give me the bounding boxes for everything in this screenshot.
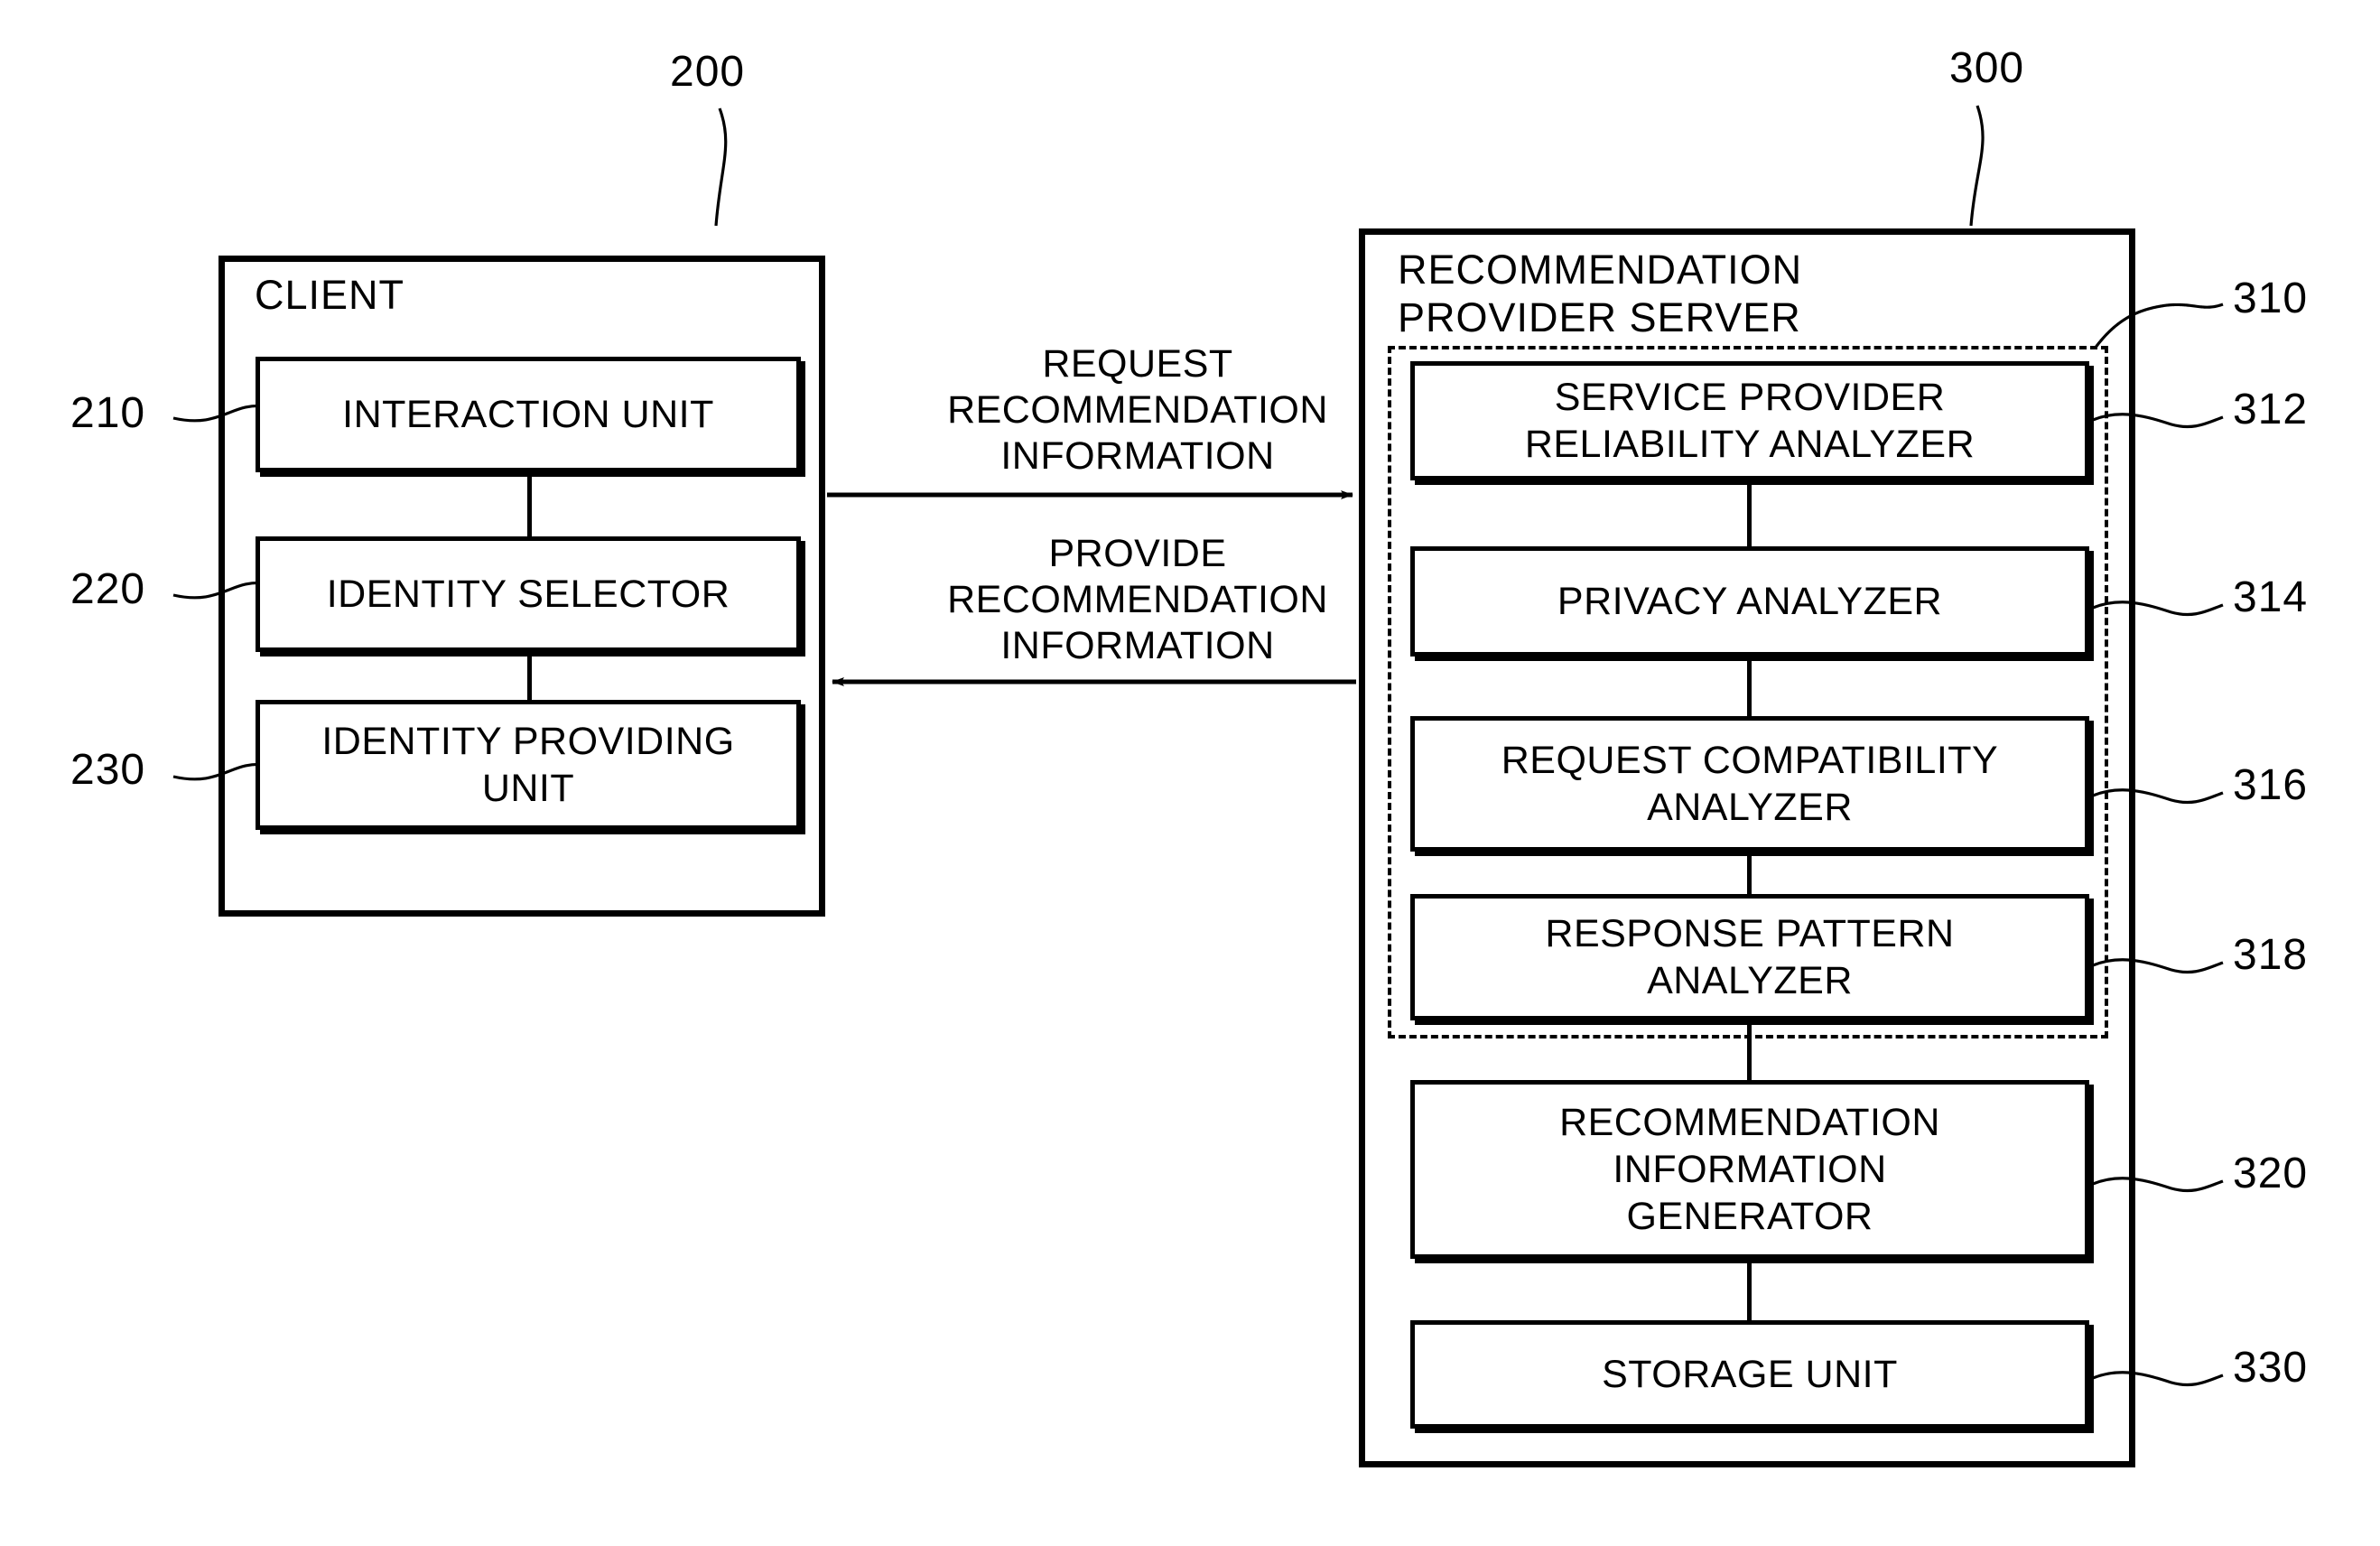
privacy-analyzer-box[interactable]: PRIVACY ANALYZER (1410, 546, 2089, 657)
connector-interaction-to-selector (527, 472, 532, 536)
reference-numeral-200: 200 (670, 48, 746, 96)
reference-numeral-318: 318 (2233, 931, 2309, 979)
connector-selector-to-providing (527, 652, 532, 700)
provide-recommendation-information-label: PROVIDE RECOMMENDATION INFORMATION (947, 532, 1328, 667)
connector-response-to-generator (1747, 1020, 1752, 1080)
recommendation-information-generator-box[interactable]: RECOMMENDATION INFORMATION GENERATOR (1410, 1080, 2089, 1259)
reference-numeral-312: 312 (2233, 386, 2309, 433)
storage-unit-box[interactable]: STORAGE UNIT (1410, 1320, 2089, 1429)
connector-generator-to-storage (1747, 1259, 1752, 1320)
connector-reliability-to-privacy (1747, 480, 1752, 546)
leader-200 (714, 107, 728, 227)
privacy-analyzer-label: PRIVACY ANALYZER (1557, 580, 1943, 623)
interaction-unit-label: INTERACTION UNIT (342, 393, 714, 436)
client-title: CLIENT (255, 272, 405, 318)
recommendation-information-generator-label: RECOMMENDATION INFORMATION GENERATOR (1559, 1101, 1940, 1238)
identity-providing-unit-label: IDENTITY PROVIDING UNIT (321, 720, 735, 810)
request-recommendation-information-label: REQUEST RECOMMENDATION INFORMATION (947, 342, 1328, 478)
response-pattern-analyzer-box[interactable]: RESPONSE PATTERN ANALYZER (1410, 894, 2089, 1020)
identity-providing-unit-box[interactable]: IDENTITY PROVIDING UNIT (256, 700, 801, 830)
reference-numeral-210: 210 (70, 389, 146, 437)
leader-300 (1969, 105, 1985, 227)
connector-privacy-to-compatibility (1747, 657, 1752, 716)
identity-selector-label: IDENTITY SELECTOR (326, 573, 730, 616)
request-compatibility-analyzer-box[interactable]: REQUEST COMPATIBILITY ANALYZER (1410, 716, 2089, 852)
reference-numeral-220: 220 (70, 565, 146, 613)
reference-numeral-316: 316 (2233, 761, 2309, 809)
reference-numeral-320: 320 (2233, 1150, 2309, 1197)
figure-canvas: CLIENT INTERACTION UNIT IDENTITY SELECTO… (0, 0, 2380, 1546)
response-pattern-analyzer-label: RESPONSE PATTERN ANALYZER (1545, 912, 1955, 1002)
service-provider-reliability-analyzer-box[interactable]: SERVICE PROVIDER RELIABILITY ANALYZER (1410, 361, 2089, 480)
server-title: RECOMMENDATION PROVIDER SERVER (1398, 247, 1803, 340)
connector-compatibility-to-response (1747, 852, 1752, 894)
interaction-unit-box[interactable]: INTERACTION UNIT (256, 357, 801, 472)
storage-unit-label: STORAGE UNIT (1602, 1353, 1898, 1396)
service-provider-reliability-analyzer-label: SERVICE PROVIDER RELIABILITY ANALYZER (1524, 376, 1976, 466)
reference-numeral-310: 310 (2233, 275, 2309, 322)
identity-selector-box[interactable]: IDENTITY SELECTOR (256, 536, 801, 652)
reference-numeral-330: 330 (2233, 1344, 2309, 1392)
reference-numeral-314: 314 (2233, 573, 2309, 621)
reference-numeral-230: 230 (70, 746, 146, 794)
request-compatibility-analyzer-label: REQUEST COMPATIBILITY ANALYZER (1501, 739, 1999, 829)
reference-numeral-300: 300 (1949, 44, 2025, 92)
